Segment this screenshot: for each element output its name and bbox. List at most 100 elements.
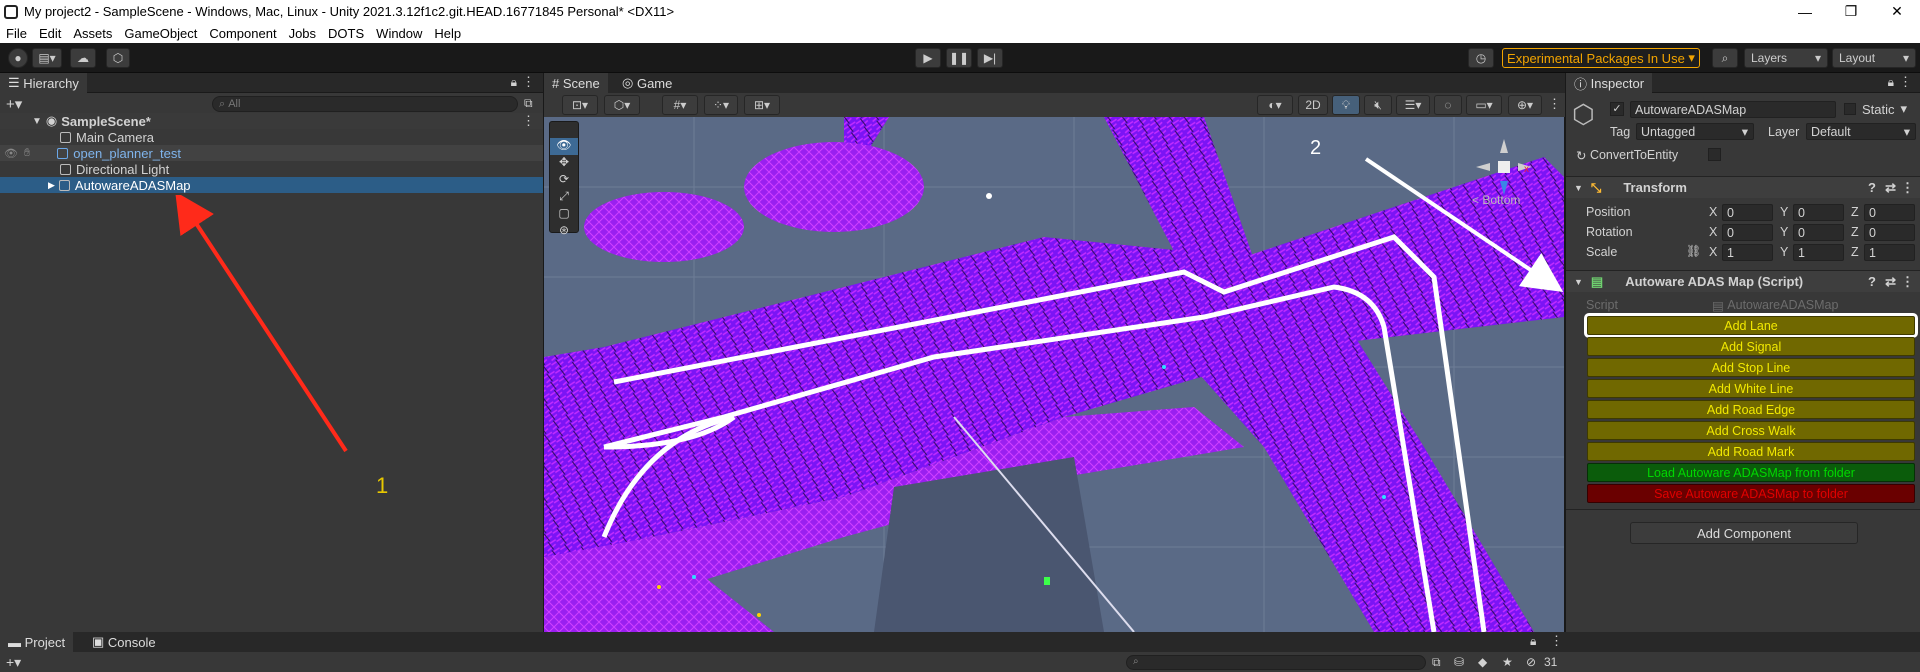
ruler-icon[interactable]: ⊞▾ (744, 95, 780, 115)
search-icon[interactable]: ⌕ (1712, 48, 1738, 68)
hierarchy-item-directional-light[interactable]: Directional Light (0, 161, 543, 177)
search-by-type-icon[interactable]: ⧉ (1432, 655, 1441, 670)
account-icon[interactable]: ● (8, 48, 28, 68)
search-scene-icon[interactable]: ⧉ (524, 96, 533, 111)
help-icon[interactable]: ? (1868, 274, 1876, 289)
kebab-menu-icon[interactable]: ⋮ (1901, 180, 1914, 196)
hierarchy-item-autoware-adas-map[interactable]: ▶ AutowareADASMap (0, 177, 543, 193)
hierarchy-item-main-camera[interactable]: Main Camera (0, 129, 543, 145)
favorite-star-icon[interactable]: ★ (1502, 655, 1513, 669)
kebab-menu-icon[interactable]: ⋮ (522, 113, 535, 129)
create-asset-button[interactable]: +▾ (6, 654, 21, 671)
expand-arrow-icon[interactable]: ▶ (48, 180, 55, 191)
scale-y-field[interactable]: 1 (1793, 244, 1844, 261)
collab-dropdown-icon[interactable]: ▤▾ (32, 48, 62, 68)
menu-component[interactable]: Component (203, 26, 282, 41)
tag-dropdown[interactable]: Untagged ▾ (1636, 123, 1754, 140)
kebab-menu-icon[interactable]: ⋮ (522, 74, 535, 90)
menu-jobs[interactable]: Jobs (283, 26, 322, 41)
step-button[interactable]: ▶| (977, 48, 1003, 68)
transform-header[interactable]: ▼ ⤡ Transform ? ⇄ ⋮ (1566, 176, 1920, 198)
menu-dots[interactable]: DOTS (322, 26, 370, 41)
hidden-objects-icon[interactable]: ◌ (1434, 95, 1462, 115)
position-x-field[interactable]: 0 (1722, 204, 1773, 221)
collapse-arrow-icon[interactable]: ▼ (1574, 183, 1583, 193)
kebab-menu-icon[interactable]: ⋮ (1899, 74, 1912, 90)
rotation-x-field[interactable]: 0 (1722, 224, 1773, 241)
pause-button[interactable]: ❚❚ (946, 48, 972, 68)
audio-icon[interactable]: 🔇︎ (1364, 95, 1392, 115)
add-signal-button[interactable]: Add Signal (1587, 337, 1915, 356)
menu-assets[interactable]: Assets (67, 26, 118, 41)
project-search-input[interactable]: ⌕ (1126, 655, 1426, 670)
orbit-icon[interactable]: ◐▾ (1257, 95, 1293, 115)
rect-tool-icon[interactable]: ▢ (550, 206, 578, 223)
package-icon[interactable]: ⬡ (106, 48, 130, 68)
add-object-button[interactable]: +▾ (6, 95, 22, 113)
gizmos-icon[interactable]: ⊕▾ (1508, 95, 1542, 115)
menu-file[interactable]: File (0, 26, 33, 41)
hierarchy-search-input[interactable]: ⌕ All (212, 96, 518, 112)
rotation-y-field[interactable]: 0 (1793, 224, 1844, 241)
increment-snap-icon[interactable]: ⁘▾ (704, 95, 738, 115)
scale-x-field[interactable]: 1 (1722, 244, 1773, 261)
transform-tool-icon[interactable]: ⊛ (550, 223, 578, 240)
scene-viewport[interactable]: 👁︎ ✥ ⟳ ⤢ ▢ ⊛ x < Bottom 2 (544, 117, 1564, 632)
rotation-z-field[interactable]: 0 (1864, 224, 1915, 241)
layer-dropdown[interactable]: Default ▾ (1806, 123, 1916, 140)
script-component-header[interactable]: ▼ ▤ Autoware ADAS Map (Script) ? ⇄ ⋮ (1566, 270, 1920, 292)
rotate-tool-icon[interactable]: ⟳ (550, 172, 578, 189)
filter-icon[interactable]: ⛁ (1454, 655, 1464, 669)
add-white-line-button[interactable]: Add White Line (1587, 379, 1915, 398)
scale-tool-icon[interactable]: ⤢ (550, 189, 578, 206)
tab-inspector[interactable]: ⓘ Inspector (1566, 73, 1653, 93)
kebab-menu-icon[interactable]: ⋮ (1901, 274, 1914, 290)
convert-to-entity-checkbox[interactable] (1708, 148, 1721, 161)
lock-icon[interactable]: 🔒︎ (1888, 75, 1894, 90)
menu-help[interactable]: Help (428, 26, 467, 41)
close-button[interactable]: ✕ (1874, 0, 1920, 23)
position-z-field[interactable]: 0 (1864, 204, 1915, 221)
save-adasmap-button[interactable]: Save Autoware ADASMap to folder (1587, 484, 1915, 503)
draw-mode-icon[interactable]: ⊡▾ (562, 95, 598, 115)
hidden-packages-icon[interactable]: ⊘ (1526, 655, 1536, 669)
move-tool-icon[interactable]: ✥ (550, 155, 578, 172)
layout-dropdown[interactable]: Layout ▾ (1832, 48, 1916, 68)
hierarchy-scene-row[interactable]: ▼ ◉ SampleScene* ⋮ (0, 113, 543, 129)
pickable-hand-icon[interactable]: ✋︎ (24, 147, 30, 160)
add-stop-line-button[interactable]: Add Stop Line (1587, 358, 1915, 377)
menu-gameobject[interactable]: GameObject (118, 26, 203, 41)
static-checkbox[interactable] (1844, 103, 1856, 115)
object-name-field[interactable]: AutowareADASMap (1630, 101, 1836, 118)
preset-icon[interactable]: ⇄ (1885, 274, 1896, 290)
add-lane-button[interactable]: Add Lane (1584, 313, 1918, 338)
play-button[interactable]: ▶ (915, 48, 941, 68)
minimize-button[interactable]: — (1782, 0, 1828, 23)
hierarchy-item-open-planner-test[interactable]: 👁︎ ✋︎ open_planner_test (0, 145, 543, 161)
kebab-menu-icon[interactable]: ⋮ (1548, 96, 1561, 112)
label-tag-icon[interactable]: ◆ (1478, 655, 1487, 669)
active-checkbox[interactable]: ✓ (1610, 102, 1624, 116)
scale-z-field[interactable]: 1 (1864, 244, 1915, 261)
add-road-edge-button[interactable]: Add Road Edge (1587, 400, 1915, 419)
expand-arrow-icon[interactable]: ▼ (32, 116, 42, 127)
load-adasmap-button[interactable]: Load Autoware ADASMap from folder (1587, 463, 1915, 482)
static-dropdown-icon[interactable]: ▾ (1901, 101, 1908, 117)
constrain-proportions-icon[interactable]: ⛓︎ (1686, 244, 1701, 258)
menu-window[interactable]: Window (370, 26, 428, 41)
lock-icon[interactable]: 🔒︎ (1530, 634, 1536, 649)
collapse-arrow-icon[interactable]: ▼ (1574, 277, 1583, 287)
layers-dropdown[interactable]: Layers ▾ (1744, 48, 1828, 68)
camera-icon[interactable]: ▭▾ (1466, 95, 1502, 115)
preset-icon[interactable]: ⇄ (1885, 180, 1896, 196)
add-component-button[interactable]: Add Component (1630, 522, 1858, 544)
visibility-eye-icon[interactable]: 👁︎ (4, 147, 18, 160)
grid-snap-icon[interactable]: #▾ (662, 95, 698, 115)
experimental-packages-button[interactable]: Experimental Packages In Use ▾ (1502, 48, 1700, 68)
mode-2d-button[interactable]: 2D (1298, 95, 1328, 115)
add-road-mark-button[interactable]: Add Road Mark (1587, 442, 1915, 461)
maximize-button[interactable]: ❐ (1828, 0, 1874, 23)
tab-project[interactable]: ▬ Project (0, 632, 74, 652)
tab-console[interactable]: ▣ Console (84, 632, 164, 652)
menu-edit[interactable]: Edit (33, 26, 67, 41)
